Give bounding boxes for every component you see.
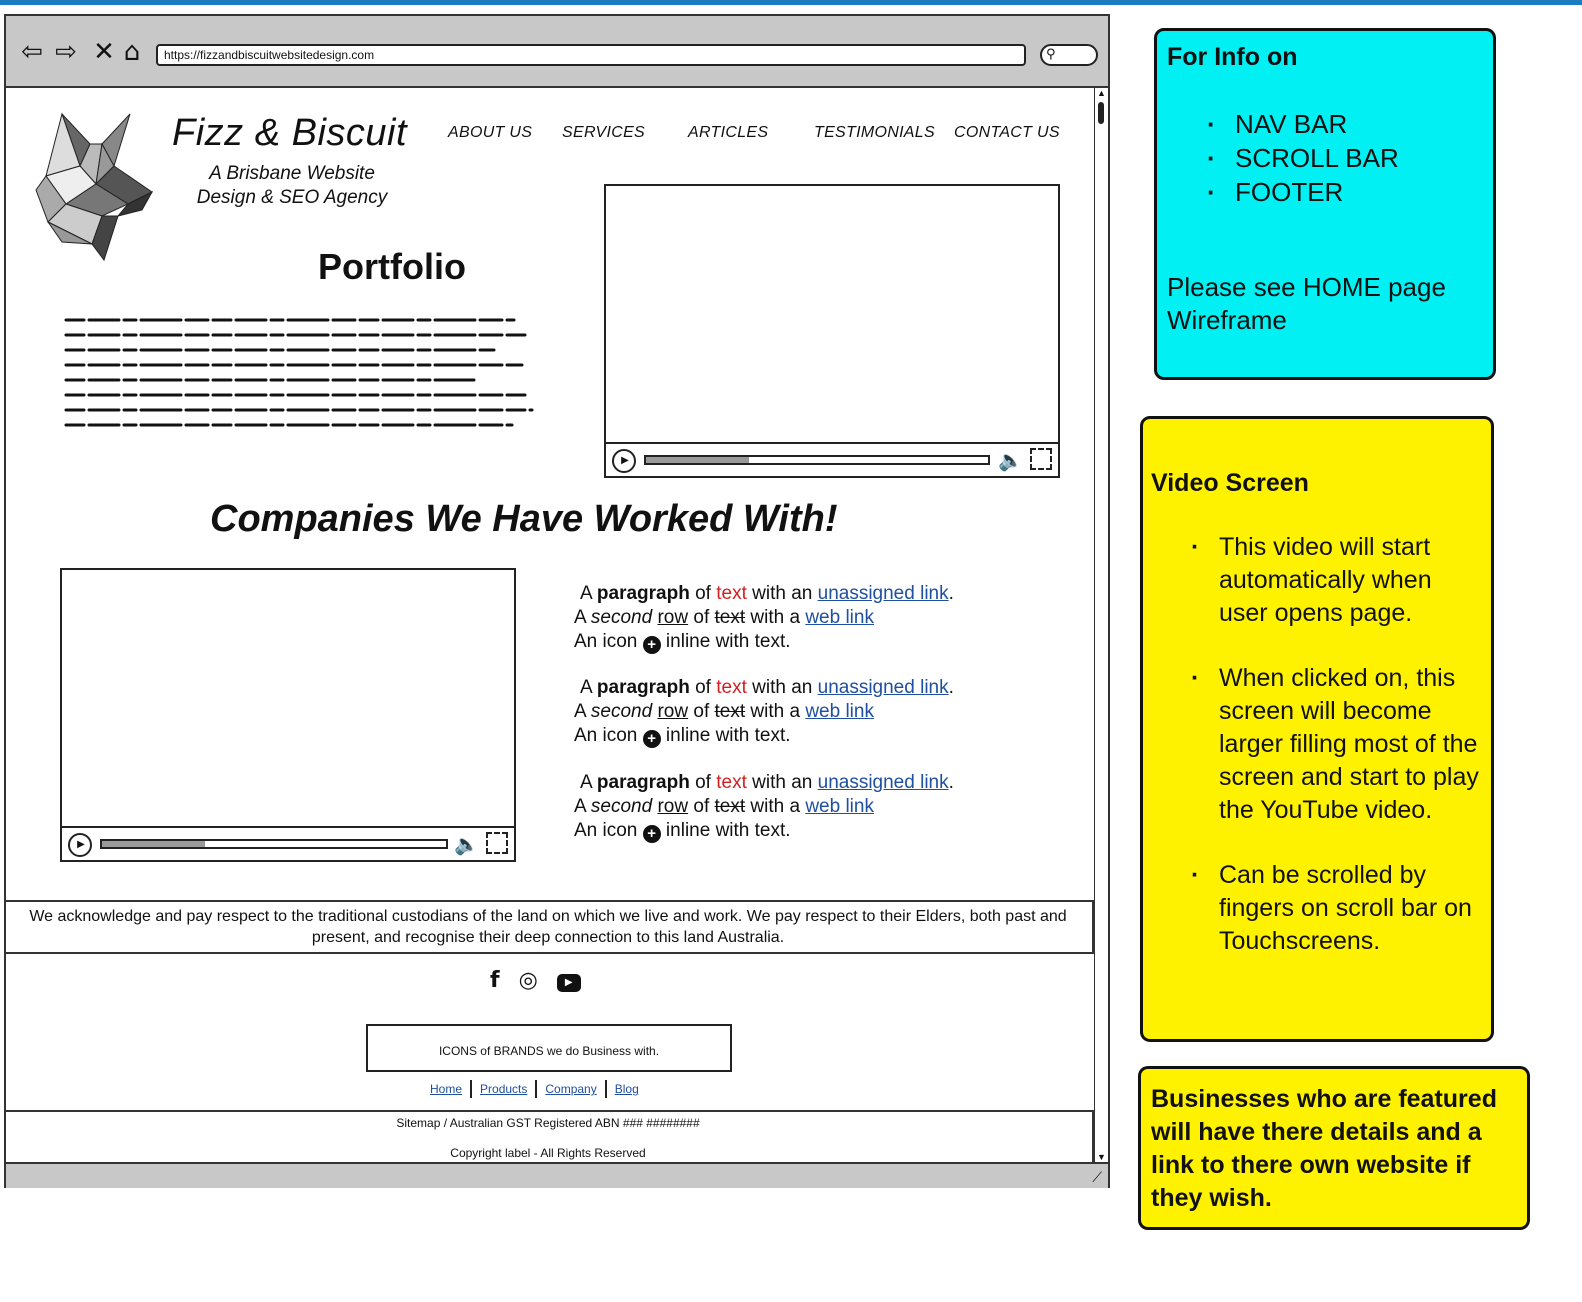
divider	[535, 1080, 538, 1098]
placeholder-text-scribble	[64, 318, 534, 427]
home-icon[interactable]: ⌂	[118, 38, 146, 66]
plus-circle-icon: +	[642, 636, 661, 654]
legal-footer: Sitemap / Australian GST Registered ABN …	[6, 1110, 1094, 1162]
video-progress-track[interactable]	[100, 839, 448, 849]
info-note-title: For Info on	[1167, 43, 1298, 71]
back-arrow-icon[interactable]: ⇦	[18, 38, 46, 66]
paragraph-block: A paragraph of text with an unassigned l…	[574, 583, 954, 654]
vertical-scrollbar[interactable]: ▲ ▼	[1094, 86, 1108, 1162]
web-link[interactable]: web link	[805, 701, 874, 722]
unassigned-link[interactable]: unassigned link	[818, 772, 949, 793]
search-icon: ⚲	[1046, 47, 1056, 62]
fullscreen-icon[interactable]	[1030, 448, 1052, 470]
social-icons: f ◎ ▶	[490, 968, 593, 993]
resize-grip-icon[interactable]: ⟋	[1092, 1169, 1102, 1186]
paragraph-block: A paragraph of text with an unassigned l…	[574, 772, 954, 843]
divider	[470, 1080, 473, 1098]
unassigned-link[interactable]: unassigned link	[818, 583, 949, 604]
scroll-down-icon[interactable]: ▼	[1097, 1152, 1106, 1162]
businesses-note: Businesses who are featured will have th…	[1138, 1066, 1530, 1230]
copyright-line: Copyright label - All Rights Reserved	[450, 1146, 646, 1160]
acknowledgement-banner: We acknowledge and pay respect to the tr…	[6, 900, 1094, 954]
sitemap-line[interactable]: Sitemap / Australian GST Registered ABN …	[6, 1116, 1092, 1130]
nav-testimonials[interactable]: TESTIMONIALS	[814, 124, 935, 142]
video-progress-fill	[646, 457, 749, 463]
list-item: FOOTER	[1207, 175, 1399, 209]
video-controls: ▶ 🔈	[62, 826, 514, 860]
video-progress-track[interactable]	[644, 455, 990, 465]
brand-tagline: A Brisbane Website Design & SEO Agency	[196, 163, 388, 208]
video-controls: ▶ 🔈	[606, 442, 1058, 476]
top-accent-bar	[0, 0, 1582, 5]
wolf-logo	[35, 112, 154, 262]
volume-icon[interactable]: 🔈	[454, 832, 479, 856]
web-link[interactable]: web link	[805, 796, 874, 817]
portfolio-title: Portfolio	[318, 246, 466, 287]
businesses-note-text: Businesses who are featured will have th…	[1151, 1085, 1497, 1212]
browser-search[interactable]: ⚲	[1040, 44, 1098, 66]
forward-arrow-icon[interactable]: ⇨	[52, 38, 80, 66]
footer-link-products[interactable]: Products	[480, 1082, 527, 1096]
nav-about-us[interactable]: ABOUT US	[448, 124, 532, 142]
video-note: Video Screen This video will start autom…	[1140, 416, 1494, 1042]
paragraph-block: A paragraph of text with an unassigned l…	[574, 677, 954, 748]
footer-nav: Home Products Company Blog	[430, 1080, 639, 1098]
video-player-top[interactable]: ▶ 🔈	[604, 184, 1060, 478]
footer-link-home[interactable]: Home	[430, 1082, 462, 1096]
scroll-up-icon[interactable]: ▲	[1097, 88, 1106, 98]
video-note-list: This video will start automatically when…	[1191, 531, 1485, 958]
info-note-list: NAV BAR SCROLL BAR FOOTER	[1207, 107, 1399, 209]
list-item: When clicked on, this screen will become…	[1191, 662, 1485, 827]
brands-box: ICONS of BRANDS we do Business with.	[366, 1024, 732, 1072]
nav-articles[interactable]: ARTICLES	[688, 124, 768, 142]
plus-circle-icon: +	[642, 825, 661, 843]
web-link[interactable]: web link	[805, 607, 874, 628]
fullscreen-icon[interactable]	[486, 832, 508, 854]
list-item: This video will start automatically when…	[1191, 531, 1485, 630]
footer-link-blog[interactable]: Blog	[615, 1082, 639, 1096]
nav-contact-us[interactable]: CONTACT US	[954, 124, 1060, 142]
browser-toolbar: ⇦ ⇨ ✕ ⌂ https://fizzandbiscuitwebsitedes…	[6, 16, 1108, 86]
scroll-thumb[interactable]	[1098, 102, 1104, 124]
url-bar[interactable]: https://fizzandbiscuitwebsitedesign.com	[156, 44, 1026, 66]
list-item: Can be scrolled by fingers on scroll bar…	[1191, 859, 1485, 958]
youtube-icon[interactable]: ▶	[556, 974, 581, 992]
facebook-icon[interactable]: f	[490, 968, 500, 993]
close-icon[interactable]: ✕	[90, 38, 118, 66]
play-icon[interactable]: ▶	[612, 449, 636, 473]
volume-icon[interactable]: 🔈	[998, 448, 1023, 472]
list-item: NAV BAR	[1207, 107, 1399, 141]
unassigned-link[interactable]: unassigned link	[818, 677, 949, 698]
divider	[604, 1080, 607, 1098]
play-icon[interactable]: ▶	[68, 833, 92, 857]
page-viewport: Fizz & Biscuit A Brisbane Website Design…	[6, 86, 1094, 1162]
plus-circle-icon: +	[642, 730, 661, 748]
browser-window: ⇦ ⇨ ✕ ⌂ https://fizzandbiscuitwebsitedes…	[4, 14, 1110, 1188]
companies-title: Companies We Have Worked With!	[210, 498, 838, 540]
brand-title[interactable]: Fizz & Biscuit	[172, 112, 407, 155]
info-note: For Info on NAV BAR SCROLL BAR FOOTER Pl…	[1154, 28, 1496, 380]
nav-services[interactable]: SERVICES	[562, 124, 645, 142]
video-note-title: Video Screen	[1151, 469, 1309, 497]
video-progress-fill	[102, 841, 206, 847]
status-bar: ⟋	[6, 1162, 1108, 1188]
instagram-icon[interactable]: ◎	[519, 968, 538, 993]
info-note-footer: Please see HOME page Wireframe	[1167, 272, 1446, 335]
footer-link-company[interactable]: Company	[545, 1082, 596, 1096]
video-player-bottom[interactable]: ▶ 🔈	[60, 568, 516, 862]
list-item: SCROLL BAR	[1207, 141, 1399, 175]
